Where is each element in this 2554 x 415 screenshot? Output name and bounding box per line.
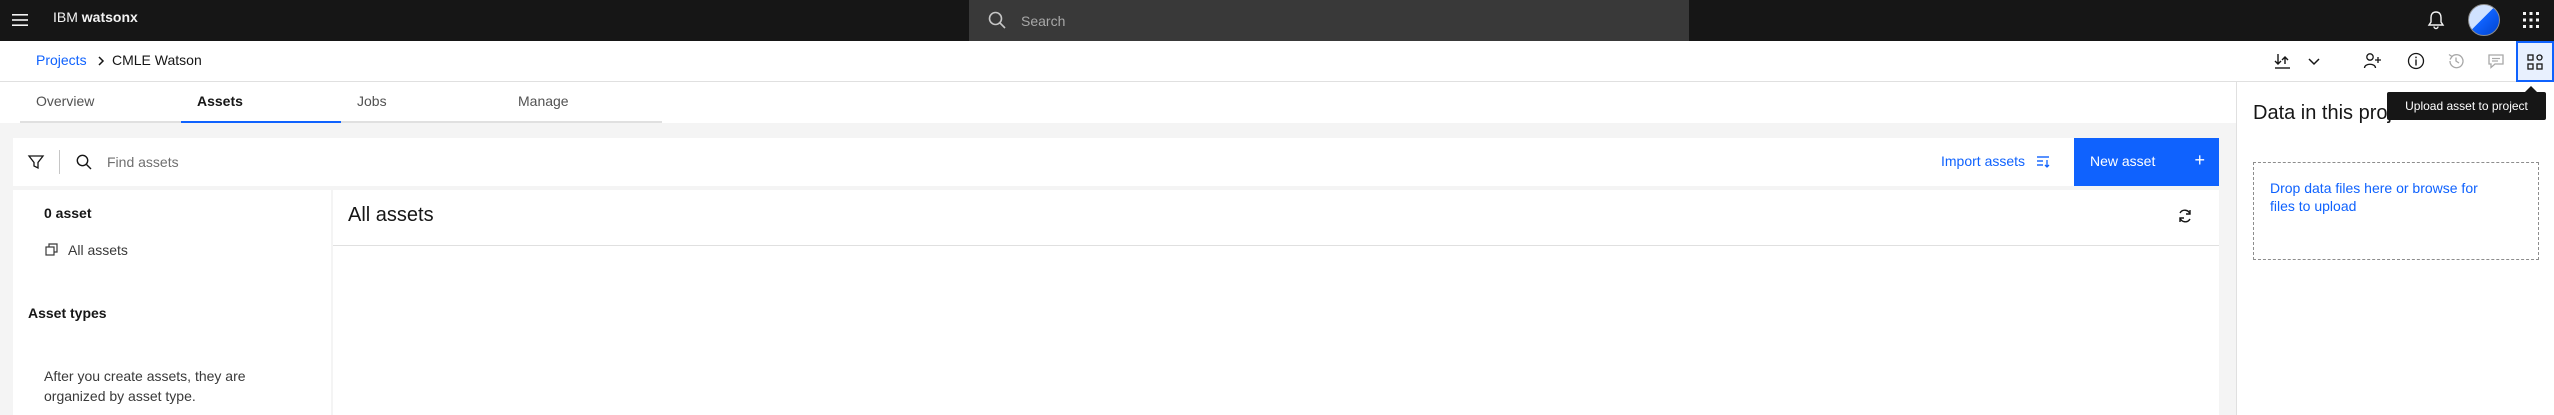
tab-overview-label: Overview [36, 93, 95, 109]
file-drop-zone[interactable]: Drop data files here or browse for files… [2253, 162, 2539, 260]
chevron-right-icon [96, 55, 106, 67]
asset-stack-icon [45, 243, 58, 256]
app-switcher-icon[interactable] [2521, 10, 2541, 30]
upload-asset-button[interactable] [2516, 41, 2554, 82]
drop-zone-text[interactable]: Drop data files here or browse for files… [2270, 179, 2490, 215]
tab-assets[interactable]: Assets [181, 82, 341, 123]
chevron-down-icon[interactable] [2304, 51, 2324, 71]
tab-manage-label: Manage [518, 93, 569, 109]
filter-icon[interactable] [27, 153, 45, 171]
asset-types-heading: Asset types [28, 305, 107, 321]
menu-icon[interactable] [10, 10, 30, 30]
search-icon [75, 153, 93, 171]
product-name[interactable]: IBM watsonx [53, 9, 138, 25]
data-side-panel: Data in this project Drop data files her… [2236, 82, 2554, 415]
import-icon [2037, 156, 2050, 168]
upload-asset-tooltip: Upload asset to project [2387, 86, 2546, 120]
history-icon[interactable] [2446, 51, 2466, 71]
top-header: IBM watsonx [0, 0, 2554, 41]
search-icon [987, 10, 1007, 30]
plus-icon: + [2194, 150, 2205, 170]
import-export-icon[interactable] [2273, 51, 2293, 71]
content-title: All assets [348, 204, 434, 226]
asset-count: 0 asset [44, 205, 92, 221]
all-assets-nav-item[interactable]: All assets [44, 242, 128, 258]
asset-navigation-panel: 0 asset All assets Asset types After you… [13, 190, 331, 415]
project-tabs: Overview Assets Jobs Manage [0, 82, 2236, 123]
information-icon[interactable] [2406, 51, 2426, 71]
refresh-icon[interactable] [2176, 207, 2194, 225]
upload-asset-icon [2527, 53, 2543, 70]
tab-assets-label: Assets [197, 93, 243, 109]
new-asset-button[interactable]: New asset + [2074, 138, 2219, 186]
user-avatar[interactable] [2468, 4, 2500, 36]
content-divider [333, 245, 2219, 246]
chat-icon[interactable] [2486, 51, 2506, 71]
new-asset-label: New asset [2090, 153, 2156, 169]
notification-bell-icon[interactable] [2425, 9, 2447, 31]
import-assets-button[interactable]: Import assets [1941, 138, 2051, 186]
assets-work-area: Import assets New asset + 0 asset All as… [0, 123, 2236, 415]
import-assets-label: Import assets [1941, 153, 2026, 169]
global-search[interactable] [969, 0, 1689, 41]
breadcrumb-bar: Projects CMLE Watson [0, 41, 2554, 82]
tab-jobs-label: Jobs [357, 93, 387, 109]
breadcrumb-projects-link[interactable]: Projects [36, 52, 87, 68]
tab-overview[interactable]: Overview [20, 82, 181, 123]
global-search-input[interactable] [1019, 0, 1669, 41]
find-assets-input[interactable] [105, 138, 805, 186]
tab-manage[interactable]: Manage [502, 82, 662, 123]
asset-filter-bar: Import assets New asset + [13, 138, 2219, 186]
tab-jobs[interactable]: Jobs [341, 82, 502, 123]
brand-prefix: IBM [53, 9, 78, 25]
brand-name: watsonx [81, 9, 138, 25]
breadcrumb-current: CMLE Watson [112, 52, 202, 68]
filter-divider [59, 150, 60, 174]
asset-types-note: After you create assets, they are organi… [44, 368, 246, 404]
add-collaborator-icon[interactable] [2362, 51, 2382, 71]
assets-content-panel: All assets [333, 190, 2219, 415]
all-assets-nav-label: All assets [68, 242, 128, 258]
